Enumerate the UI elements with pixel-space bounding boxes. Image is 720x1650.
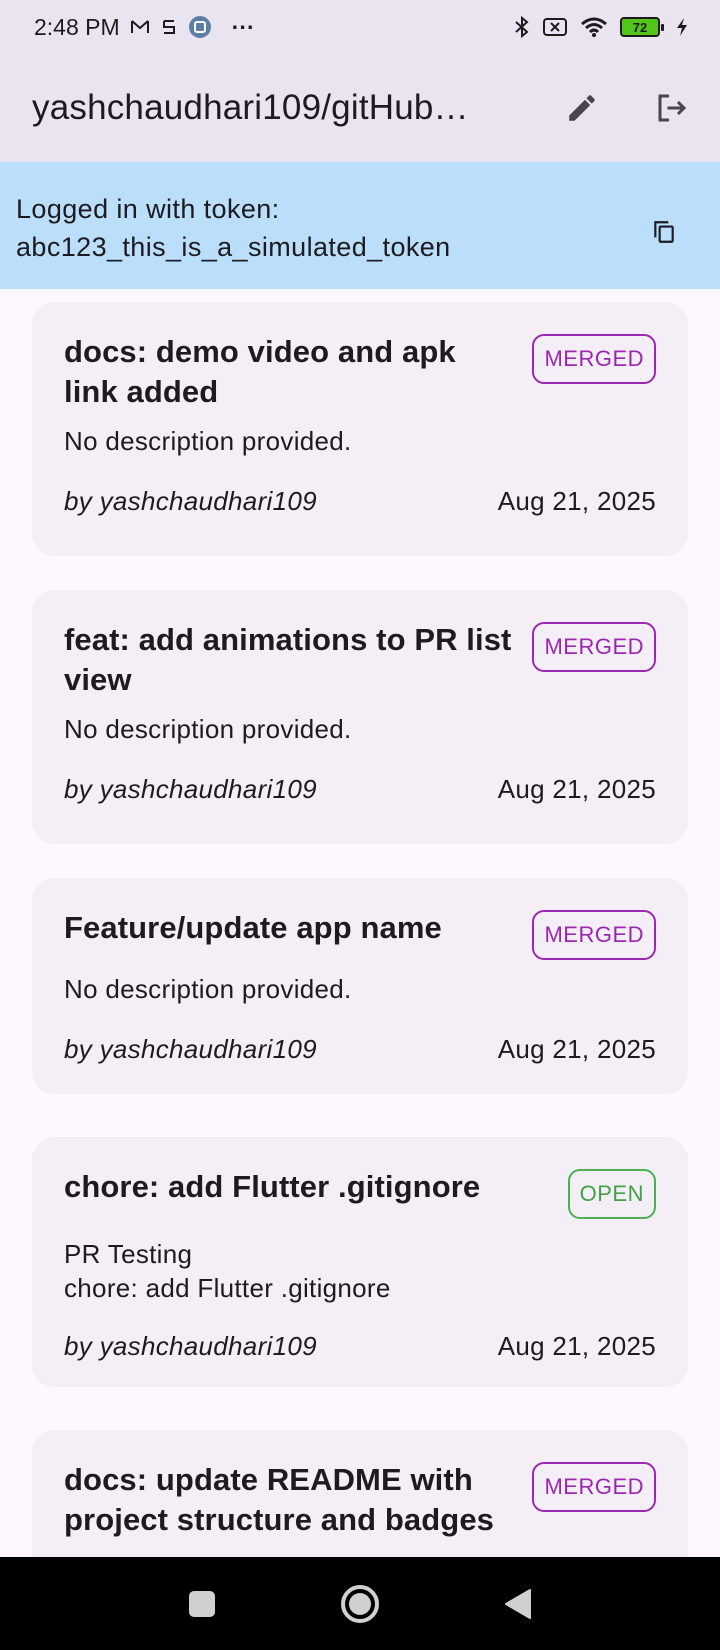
pr-date: Aug 21, 2025 [497, 1034, 656, 1064]
bluetooth-icon [514, 15, 530, 39]
pr-description: No description provided. [64, 974, 352, 1004]
back-triangle-icon [505, 1588, 531, 1619]
copy-icon [654, 221, 674, 243]
status-bar: 2:48 PM ··· 72 [0, 0, 720, 54]
token-label: Logged in with token: [16, 194, 280, 224]
token-banner: Logged in with token: abc123_this_is_a_s… [0, 162, 720, 289]
home-button[interactable] [336, 1580, 384, 1628]
pr-date: Aug 21, 2025 [497, 486, 656, 516]
pr-author: by yashchaudhari109 [64, 486, 317, 516]
back-button[interactable] [494, 1580, 542, 1628]
home-circle-icon [341, 1584, 379, 1623]
no-sim-icon [542, 17, 568, 37]
app-bar: yashchaudhari109/gitHub… [0, 54, 720, 162]
token-value: abc123_this_is_a_simulated_token [16, 232, 451, 262]
battery-icon: 72 [620, 17, 664, 37]
wifi-icon [580, 16, 608, 38]
charging-icon [676, 17, 688, 37]
status-time: 2:48 PM [34, 13, 120, 40]
page-title: yashchaudhari109/gitHub… [32, 88, 469, 127]
copy-token-button[interactable] [644, 212, 684, 252]
gmail-icon [130, 18, 150, 36]
pr-author: by yashchaudhari109 [64, 774, 317, 804]
pr-description: No description provided. [64, 426, 352, 456]
status-badge: MERGED [532, 334, 656, 384]
recents-button[interactable] [178, 1580, 226, 1628]
pr-card[interactable]: Feature/update app name MERGED No descri… [32, 878, 688, 1094]
pr-card[interactable]: docs: demo video and apk link added MERG… [32, 302, 688, 556]
status-badge: OPEN [567, 1169, 656, 1219]
edit-button[interactable] [556, 82, 608, 134]
logout-icon [658, 94, 687, 122]
pr-description: No description provided. [64, 714, 352, 744]
pr-description: PR Testing chore: add Flutter .gitignore [64, 1239, 391, 1303]
pr-title: chore: add Flutter .gitignore [64, 1169, 481, 1204]
pr-author: by yashchaudhari109 [64, 1034, 317, 1064]
pr-card[interactable]: feat: add animations to PR list view MER… [32, 590, 688, 844]
pr-title: docs: demo video and apk link added [64, 334, 456, 409]
pr-title: docs: update README with project structu… [64, 1462, 495, 1537]
pr-date: Aug 21, 2025 [497, 1331, 656, 1361]
app-notification-icon [188, 15, 212, 39]
system-nav-bar [0, 1557, 720, 1650]
pr-title: Feature/update app name [64, 910, 442, 945]
pr-card[interactable]: chore: add Flutter .gitignore OPEN PR Te… [32, 1137, 688, 1387]
status-badge: MERGED [532, 622, 656, 672]
pencil-icon [569, 95, 595, 121]
logout-button[interactable] [646, 82, 698, 134]
status-badge: MERGED [532, 1462, 656, 1512]
sync-icon [160, 17, 178, 37]
more-notifications-icon: ··· [231, 13, 255, 40]
pr-date: Aug 21, 2025 [497, 774, 656, 804]
pr-title: feat: add animations to PR list view [64, 622, 512, 697]
pr-author: by yashchaudhari109 [64, 1331, 317, 1361]
status-badge: MERGED [532, 910, 656, 960]
pr-list[interactable]: docs: demo video and apk link added MERG… [0, 289, 720, 1557]
pr-card[interactable]: docs: update README with project structu… [32, 1430, 688, 1557]
square-icon [189, 1590, 215, 1617]
